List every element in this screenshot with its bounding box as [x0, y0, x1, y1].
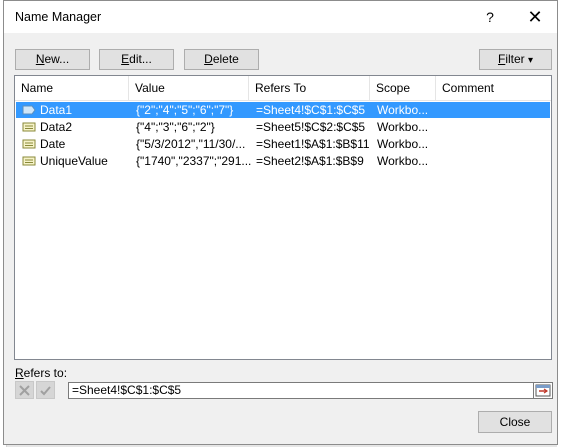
- column-header-value[interactable]: Value: [129, 76, 249, 100]
- delete-button[interactable]: Delete: [184, 49, 259, 70]
- cancel-edit-button[interactable]: [15, 381, 34, 399]
- row-name: Data2: [40, 120, 73, 134]
- row-value: {"2";"4";"5";"6";"7"}: [136, 103, 234, 117]
- filter-button[interactable]: Filter ▾: [479, 49, 552, 70]
- collapse-dialog-button[interactable]: [533, 382, 553, 399]
- row-name: Data1: [40, 103, 73, 117]
- refers-to-accel: R: [15, 366, 24, 380]
- name-tag-icon: [22, 105, 36, 115]
- checkmark-icon: [40, 386, 51, 396]
- new-button-label: ew...: [44, 52, 70, 66]
- name-manager-dialog: Name Manager ? ✕ New... Edit... Delete F…: [3, 0, 558, 445]
- table-row[interactable]: Date {"5/3/2012","11/30/... =Sheet1!$A$1…: [16, 136, 550, 152]
- name-tag-icon: [22, 156, 36, 166]
- row-scope: Workbo...: [377, 154, 429, 168]
- filter-button-label: ilter: [505, 52, 525, 66]
- chevron-down-icon: ▾: [528, 55, 534, 66]
- row-refers-to: =Sheet1!$A$1:$B$11: [256, 137, 370, 151]
- list-header: Name Value Refers To Scope Comment: [15, 76, 551, 101]
- row-scope: Workbo...: [377, 103, 429, 117]
- row-value: {"5/3/2012","11/30/...: [136, 137, 246, 151]
- close-window-icon[interactable]: ✕: [524, 7, 546, 27]
- column-header-name[interactable]: Name: [15, 76, 129, 100]
- edit-button-label: dit...: [129, 52, 152, 66]
- table-row[interactable]: UniqueValue {"1740","2337";"291... =Shee…: [16, 153, 550, 169]
- row-value: {"1740","2337";"291...: [136, 154, 251, 168]
- column-header-refers-to[interactable]: Refers To: [249, 76, 370, 100]
- name-tag-icon: [22, 139, 36, 149]
- row-refers-to: =Sheet5!$C$2:$C$5: [256, 120, 366, 134]
- row-name: Date: [40, 137, 66, 151]
- row-name: UniqueValue: [40, 154, 108, 168]
- table-row[interactable]: Data2 {"4";"3";"6";"2"} =Sheet5!$C$2:$C$…: [16, 119, 550, 135]
- edit-button-accel: E: [121, 52, 130, 66]
- cancel-x-icon: [19, 385, 30, 396]
- row-scope: Workbo...: [377, 120, 429, 134]
- title-bar: Name Manager ? ✕: [4, 1, 557, 33]
- refers-to-input[interactable]: =Sheet4!$C$1:$C$5: [68, 382, 534, 399]
- range-select-icon: [535, 384, 551, 397]
- table-row[interactable]: Data1 {"2";"4";"5";"6";"7"} =Sheet4!$C$1…: [16, 102, 550, 118]
- refers-to-label: Refers to:: [15, 366, 67, 380]
- delete-button-accel: D: [204, 52, 213, 66]
- names-list[interactable]: Name Value Refers To Scope Comment Data1…: [14, 75, 552, 360]
- column-header-comment[interactable]: Comment: [436, 76, 551, 100]
- name-tag-icon: [22, 122, 36, 132]
- commit-edit-button[interactable]: [36, 381, 55, 399]
- row-refers-to: =Sheet2!$A$1:$B$9: [256, 154, 364, 168]
- new-button[interactable]: New...: [15, 49, 90, 70]
- column-header-scope[interactable]: Scope: [370, 76, 436, 100]
- row-refers-to: =Sheet4!$C$1:$C$5: [256, 103, 366, 117]
- refers-to-label-text: efers to:: [23, 366, 68, 380]
- edit-button[interactable]: Edit...: [99, 49, 174, 70]
- row-value: {"4";"3";"6";"2"}: [136, 120, 215, 134]
- help-button[interactable]: ?: [480, 7, 500, 27]
- delete-button-label: elete: [212, 52, 239, 66]
- row-scope: Workbo...: [377, 137, 429, 151]
- close-button[interactable]: Close: [478, 411, 552, 433]
- dialog-title: Name Manager: [15, 10, 102, 24]
